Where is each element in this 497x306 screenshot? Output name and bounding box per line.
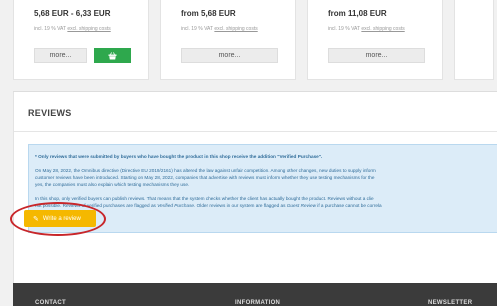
footer-newsletter-heading: NEWSLETTER: [428, 300, 473, 306]
vat-note: incl. 19 % VAT excl. shipping costs: [34, 26, 111, 32]
notice-line: In this shop, only verified buyers can p…: [35, 196, 374, 201]
product-card-partial: [454, 0, 494, 80]
highlight-circle: [10, 202, 106, 236]
footer-information-heading: INFORMATION: [235, 300, 281, 306]
more-button[interactable]: more...: [181, 48, 278, 63]
reviews-section: REVIEWS * Only reviews that were submitt…: [13, 92, 497, 283]
reviews-heading: REVIEWS: [28, 108, 72, 118]
vat-note: incl. 19 % VAT excl. shipping costs: [328, 26, 405, 32]
product-card: 5,68 EUR - 6,33 EUR incl. 19 % VAT excl.…: [13, 0, 149, 80]
product-price: from 5,68 EUR: [181, 9, 236, 18]
product-price: from 11,08 EUR: [328, 9, 387, 18]
more-button[interactable]: more...: [328, 48, 425, 63]
add-to-cart-button[interactable]: [94, 48, 131, 63]
more-button[interactable]: more...: [34, 48, 87, 63]
footer-contact-heading: CONTACT: [35, 300, 66, 306]
product-card: from 5,68 EUR incl. 19 % VAT excl. shipp…: [160, 0, 296, 80]
heading-divider: [14, 131, 497, 132]
product-card: from 11,08 EUR incl. 19 % VAT excl. ship…: [307, 0, 443, 80]
product-carousel: 5,68 EUR - 6,33 EUR incl. 19 % VAT excl.…: [13, 0, 497, 80]
verified-buyers-paragraph: In this shop, only verified buyers can p…: [35, 195, 494, 209]
notice-line: customer reviews have been introduced. S…: [35, 175, 375, 180]
notice-line: not possible. Reviews of verified purcha…: [35, 203, 382, 208]
site-footer: CONTACT INFORMATION NEWSLETTER: [13, 283, 497, 306]
notice-line: yes, the companies must also explain whi…: [35, 182, 190, 187]
vat-note: incl. 19 % VAT excl. shipping costs: [181, 26, 258, 32]
shopping-basket-icon: [108, 51, 117, 59]
omnibus-paragraph: On May 28, 2022, the Omnibus directive (…: [35, 167, 494, 188]
shipping-costs-link[interactable]: excl. shipping costs: [67, 26, 110, 32]
product-price: 5,68 EUR - 6,33 EUR: [34, 9, 111, 18]
notice-lead: * Only reviews that were submitted by bu…: [35, 154, 323, 159]
shipping-costs-link[interactable]: excl. shipping costs: [214, 26, 257, 32]
shipping-costs-link[interactable]: excl. shipping costs: [361, 26, 404, 32]
notice-line: On May 28, 2022, the Omnibus directive (…: [35, 168, 376, 173]
